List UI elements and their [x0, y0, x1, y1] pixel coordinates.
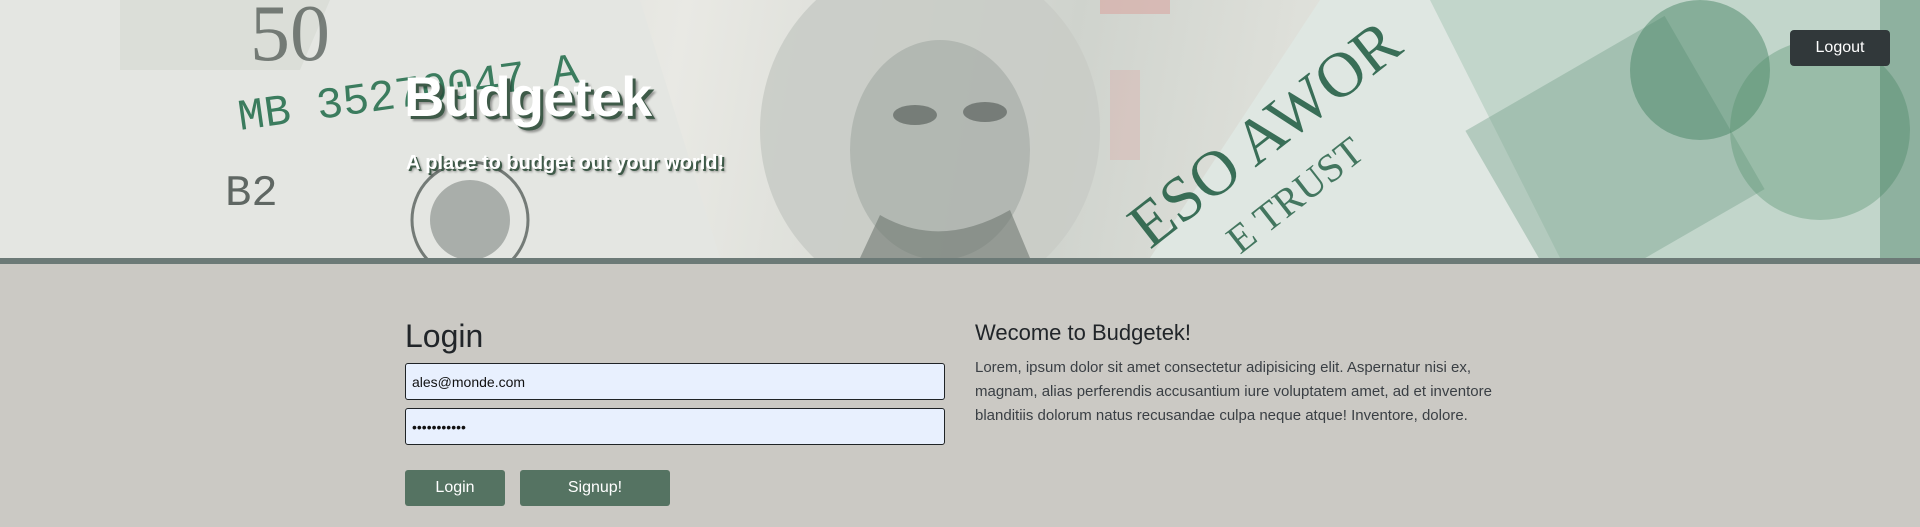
signup-button[interactable]: Signup! [520, 470, 670, 506]
currency-background-image: 50 MB 35270047 A B2 ESO AWOR E TRUST [0, 0, 1920, 258]
welcome-text: Lorem, ipsum dolor sit amet consectetur … [975, 359, 1492, 424]
password-field[interactable] [405, 408, 945, 445]
form-actions: Login Signup! [405, 470, 945, 506]
logout-button[interactable]: Logout [1790, 30, 1890, 66]
hero-banner: 50 MB 35270047 A B2 ESO AWOR E TRUST Bud… [0, 0, 1920, 258]
login-heading: Login [405, 318, 484, 354]
welcome-heading: Wecome to Budgetek! [975, 320, 1192, 345]
login-form: Login Login Signup! [405, 318, 945, 506]
brand-title: Budgetek [404, 65, 652, 128]
brand-tagline: A place to budget out your world! [406, 152, 725, 174]
svg-text:B2: B2 [225, 169, 278, 219]
welcome-panel: Wecome to Budgetek! Lorem, ipsum dolor s… [975, 320, 1515, 428]
header-divider [0, 258, 1920, 264]
svg-text:50: 50 [250, 0, 330, 78]
email-field[interactable] [405, 363, 945, 400]
login-button[interactable]: Login [405, 470, 505, 506]
